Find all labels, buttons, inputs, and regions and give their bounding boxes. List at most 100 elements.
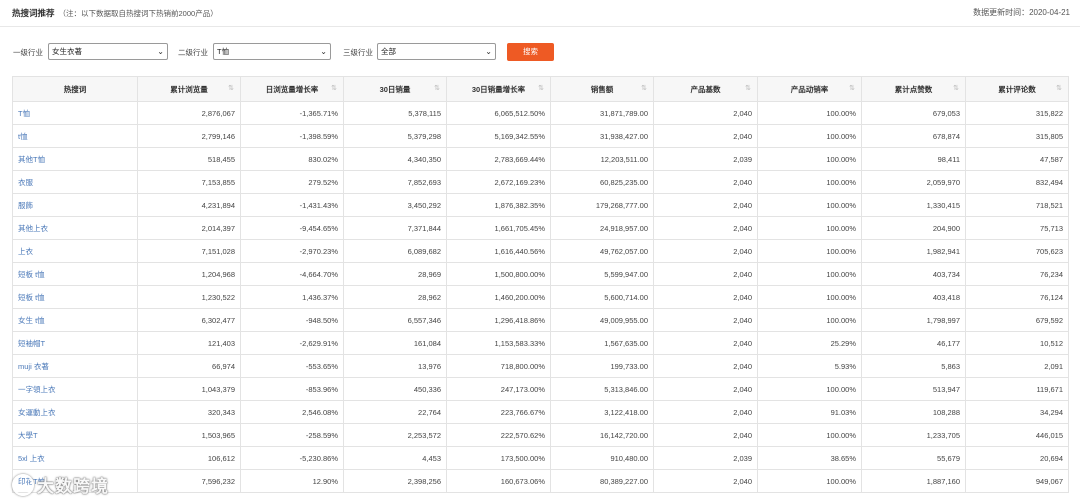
table-cell: 100.00% <box>757 423 862 447</box>
sort-icon[interactable]: ⇅ <box>1056 84 1062 92</box>
col-header-30d-sales-growth[interactable]: 30日销量增长率 ⇅ <box>446 76 551 102</box>
table-cell: -553.65% <box>240 354 344 378</box>
table-cell: 199,733.00 <box>550 354 654 378</box>
table-cell: 1,500,800.00% <box>446 262 551 286</box>
table-cell: 6,065,512.50% <box>446 101 551 125</box>
table-cell: 223,766.67% <box>446 400 551 424</box>
keyword-link[interactable]: t恤 <box>12 124 138 148</box>
col-header-total-reviews[interactable]: 累计评论数 ⇅ <box>965 76 1069 102</box>
table-cell: 22,764 <box>343 400 447 424</box>
table-cell: 5,599,947.00 <box>550 262 654 286</box>
table-cell: 100.00% <box>757 101 862 125</box>
sort-icon[interactable]: ⇅ <box>228 84 234 92</box>
table-cell: 49,762,057.00 <box>550 239 654 263</box>
sort-icon[interactable]: ⇅ <box>953 84 959 92</box>
table-cell: 121,403 <box>137 331 241 355</box>
col-header-keyword[interactable]: 热搜词 <box>12 76 138 102</box>
table-cell: 7,153,855 <box>137 170 241 194</box>
keyword-link[interactable]: 服飾 <box>12 193 138 217</box>
col-header-revenue[interactable]: 销售额 ⇅ <box>550 76 654 102</box>
table-cell: 66,974 <box>137 354 241 378</box>
col-header-product-base[interactable]: 产品基数 ⇅ <box>653 76 758 102</box>
table-cell: 2,876,067 <box>137 101 241 125</box>
table-cell: 100.00% <box>757 193 862 217</box>
search-button[interactable]: 搜索 <box>507 43 554 61</box>
table-row: muji 衣著 66,974 -553.65% 13,976 718,800.00% 19… <box>12 354 1069 378</box>
keyword-link[interactable]: T恤 <box>12 101 138 125</box>
table-cell: 76,234 <box>965 262 1069 286</box>
level1-select[interactable]: 女生衣著 ⌄ <box>48 43 168 60</box>
table-row: T恤 2,876,067 -1,365.71% 5,378,115 6,065,512.… <box>12 101 1069 125</box>
table-row: 其他上衣 2,014,397 -9,454.65% 7,371,844 1,661,70… <box>12 216 1069 240</box>
keyword-link[interactable]: 大學T <box>12 423 138 447</box>
keyword-link[interactable]: 女運動上衣 <box>12 400 138 424</box>
table-cell: 718,521 <box>965 193 1069 217</box>
table-cell: 2,253,572 <box>343 423 447 447</box>
table-cell: 679,592 <box>965 308 1069 332</box>
keyword-link[interactable]: 一字領上衣 <box>12 377 138 401</box>
table-cell: 513,947 <box>861 377 966 401</box>
level3-select[interactable]: 全部 ⌄ <box>377 43 496 60</box>
table-cell: 678,874 <box>861 124 966 148</box>
table-cell: 315,805 <box>965 124 1069 148</box>
sort-icon[interactable]: ⇅ <box>641 84 647 92</box>
table-row: 短袖帽T 121,403 -2,629.91% 161,084 1,153,583.33… <box>12 331 1069 355</box>
keyword-link[interactable]: 5xl 上衣 <box>12 446 138 470</box>
table-cell: 1,503,965 <box>137 423 241 447</box>
table-cell: 1,330,415 <box>861 193 966 217</box>
table-cell: -853.96% <box>240 377 344 401</box>
table-cell: -2,629.91% <box>240 331 344 355</box>
table-cell: 38.65% <box>757 446 862 470</box>
table-cell: 4,340,350 <box>343 147 447 171</box>
col-header-label: 累计浏览量 <box>170 84 208 94</box>
page-title-text: 热搜词推荐 <box>12 8 55 18</box>
keyword-link[interactable]: 其他T恤 <box>12 147 138 171</box>
col-header-total-likes[interactable]: 累计点赞数 ⇅ <box>861 76 966 102</box>
table-cell: 2,040 <box>653 124 758 148</box>
keyword-link[interactable]: 短袖帽T <box>12 331 138 355</box>
col-header-30d-sales[interactable]: 30日销量 ⇅ <box>343 76 447 102</box>
table-cell: 518,455 <box>137 147 241 171</box>
table-cell: 679,053 <box>861 101 966 125</box>
table-cell: 100.00% <box>757 239 862 263</box>
sort-icon[interactable]: ⇅ <box>745 84 751 92</box>
table-cell: 1,043,379 <box>137 377 241 401</box>
table-cell: 3,122,418.00 <box>550 400 654 424</box>
table-cell: 100.00% <box>757 147 862 171</box>
table-cell: 403,418 <box>861 285 966 309</box>
keyword-link[interactable]: 衣服 <box>12 170 138 194</box>
sort-icon[interactable]: ⇅ <box>849 84 855 92</box>
table-cell: 100.00% <box>757 308 862 332</box>
table-cell: 24,918,957.00 <box>550 216 654 240</box>
watermark: 大数跨境 <box>12 472 109 496</box>
sort-icon[interactable]: ⇅ <box>434 84 440 92</box>
table-cell: 204,900 <box>861 216 966 240</box>
table-cell: 12.90% <box>240 469 344 493</box>
table-cell: 4,453 <box>343 446 447 470</box>
table-cell: 247,173.00% <box>446 377 551 401</box>
sort-icon[interactable]: ⇅ <box>331 84 337 92</box>
watermark-logo-icon <box>12 474 34 496</box>
level1-label: 一级行业 <box>13 48 43 57</box>
keyword-link[interactable]: muji 衣著 <box>12 354 138 378</box>
level2-select[interactable]: T恤 ⌄ <box>213 43 331 60</box>
sort-icon[interactable]: ⇅ <box>538 84 544 92</box>
table-cell: 46,177 <box>861 331 966 355</box>
table-cell: 10,512 <box>965 331 1069 355</box>
keyword-link[interactable]: 短板 t恤 <box>12 262 138 286</box>
keyword-link[interactable]: 上衣 <box>12 239 138 263</box>
table-cell: 1,567,635.00 <box>550 331 654 355</box>
table-cell: 5,600,714.00 <box>550 285 654 309</box>
table-cell: -1,365.71% <box>240 101 344 125</box>
col-header-sell-through[interactable]: 产品动销率 ⇅ <box>757 76 862 102</box>
col-header-daily-view-growth[interactable]: 日浏览量增长率 ⇅ <box>240 76 344 102</box>
col-header-total-views[interactable]: 累计浏览量 ⇅ <box>137 76 241 102</box>
keyword-link[interactable]: 其他上衣 <box>12 216 138 240</box>
keyword-link[interactable]: 女生 t恤 <box>12 308 138 332</box>
update-time-value: 2020-04-21 <box>1029 8 1070 17</box>
keyword-link[interactable]: 短板 t恤 <box>12 285 138 309</box>
table-cell: 16,142,720.00 <box>550 423 654 447</box>
table-row: 其他T恤 518,455 830.02% 4,340,350 2,783,669.44%… <box>12 147 1069 171</box>
table-cell: 100.00% <box>757 285 862 309</box>
table-cell: 1,296,418.86% <box>446 308 551 332</box>
